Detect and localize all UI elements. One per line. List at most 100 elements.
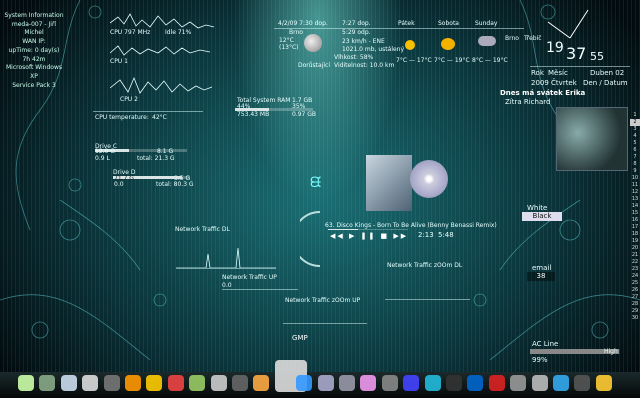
track-total: 5:48: [438, 231, 454, 239]
email-count[interactable]: 38: [527, 272, 555, 281]
sun-icon: [405, 40, 415, 50]
date-mesic: Měsíc: [548, 69, 568, 77]
calendar-day[interactable]: 16: [630, 217, 640, 224]
gear-icon[interactable]: [381, 375, 398, 391]
calendar-day[interactable]: 27: [630, 294, 640, 301]
sysinfo-sp: Service Pack 3: [12, 81, 56, 89]
calendar-day[interactable]: 12: [630, 189, 640, 196]
calendar-day[interactable]: 30: [630, 315, 640, 322]
calendar-day[interactable]: 20: [630, 245, 640, 252]
calendar-day[interactable]: 24: [630, 273, 640, 280]
clock-rule: [530, 66, 630, 67]
photo-frame[interactable]: [556, 107, 628, 171]
theme-black-button[interactable]: Black: [522, 212, 562, 221]
calendar-day[interactable]: 13: [630, 196, 640, 203]
calendar-day[interactable]: 19: [630, 238, 640, 245]
calendar-day[interactable]: 5: [630, 140, 640, 147]
net-up-label: Network Traffic UP: [222, 274, 277, 281]
calendar-day-current[interactable]: 2: [630, 119, 640, 126]
cup-icon[interactable]: [296, 375, 313, 391]
home-icon[interactable]: [18, 375, 34, 391]
brush-icon[interactable]: [253, 375, 270, 391]
weather-pressure: 1021.0 mb, ustálený: [342, 46, 405, 53]
calendar-day[interactable]: 4: [630, 133, 640, 140]
calendar-day[interactable]: 15: [630, 210, 640, 217]
lock-icon[interactable]: [82, 375, 99, 391]
drive-c-free: 0.9 L: [95, 155, 110, 162]
calendar-day[interactable]: 10: [630, 175, 640, 182]
flower-icon[interactable]: [125, 375, 141, 391]
calendar-day[interactable]: 14: [630, 203, 640, 210]
calendar-day[interactable]: 8: [630, 161, 640, 168]
film-icon[interactable]: [232, 375, 248, 391]
calendar-day[interactable]: 29: [630, 308, 640, 315]
track-progress[interactable]: [328, 229, 408, 230]
moon-icon[interactable]: [595, 375, 612, 391]
weather-humidity: Vlhkost: 58%: [334, 54, 374, 61]
moon-icon: [304, 34, 322, 52]
ball-icon[interactable]: [167, 375, 184, 391]
weather-moon: Dorůstající: [298, 62, 331, 69]
weather-visibility: Viditelnost: 10.0 km: [334, 62, 395, 69]
forecast-city1: Brno: [505, 35, 519, 42]
globe-icon[interactable]: [60, 375, 77, 391]
user2-icon[interactable]: [403, 375, 420, 391]
seek-arc: [300, 211, 321, 267]
blue-icon[interactable]: [467, 375, 484, 391]
theme-white-button[interactable]: White: [527, 204, 547, 212]
printer-icon[interactable]: [510, 375, 527, 391]
player-name: GMP: [292, 334, 308, 342]
clock-hour: 19: [546, 40, 564, 56]
mu-icon[interactable]: [189, 375, 206, 391]
sysinfo-title: System Information: [4, 12, 64, 19]
calendar-day[interactable]: 17: [630, 224, 640, 231]
calendar-day[interactable]: 6: [630, 147, 640, 154]
clock-icon[interactable]: [574, 375, 591, 391]
forecast-range1: 7°C — 17°C: [396, 57, 432, 64]
calendar-day[interactable]: 3: [630, 126, 640, 133]
drive-d-total: total: 80.3 G: [156, 181, 194, 188]
tools-icon[interactable]: [339, 375, 355, 391]
drive-d-free: 0.0: [114, 181, 124, 188]
partly-cloudy-icon: [441, 38, 455, 50]
user-icon[interactable]: [103, 375, 120, 391]
power-label: AC Line: [532, 340, 559, 348]
nameday-title: Dnes má svátek Erika: [500, 89, 586, 97]
calendar-day[interactable]: 28: [630, 301, 640, 308]
calendar-day[interactable]: 25: [630, 280, 640, 287]
cpu-temp-label: CPU temperature:: [95, 114, 149, 121]
clock-minute: 37: [566, 44, 587, 63]
recycle-bin-icon[interactable]: [39, 375, 56, 391]
calendar-day[interactable]: 21: [630, 252, 640, 259]
terminal-icon[interactable]: [446, 375, 462, 391]
calendar-day[interactable]: 9: [630, 168, 640, 175]
drive-c-used: 12.0 G: [95, 148, 115, 155]
date-rok: Rok: [531, 69, 544, 77]
media-icon[interactable]: [210, 375, 227, 391]
net-zoom-up-baseline: [283, 323, 367, 324]
calendar-day[interactable]: 22: [630, 259, 640, 266]
calendar-day[interactable]: 7: [630, 154, 640, 161]
player-controls[interactable]: ◀◀ ▶ ❚❚ ■ ▶▶: [330, 232, 408, 240]
camera-icon[interactable]: [531, 375, 548, 391]
forecast-day3: Sunday: [475, 20, 498, 27]
forecast-day1: Pátek: [398, 20, 415, 27]
duck-icon[interactable]: [146, 375, 163, 391]
calendar-day[interactable]: 26: [630, 287, 640, 294]
red-icon[interactable]: [488, 375, 505, 391]
calendar-day[interactable]: 11: [630, 182, 640, 189]
puzzle-icon[interactable]: [360, 375, 377, 391]
book-icon[interactable]: [553, 375, 569, 391]
cpu-graph: [110, 13, 215, 94]
album-cover[interactable]: [366, 155, 412, 211]
sysinfo-os: Microsoft Windows XP: [6, 64, 62, 80]
target-icon[interactable]: [424, 375, 441, 391]
calendar-day[interactable]: 1: [630, 112, 640, 119]
photo-icon[interactable]: [317, 375, 334, 391]
calendar-day[interactable]: 18: [630, 231, 640, 238]
weather-sunset: 5:29 odp.: [342, 29, 371, 36]
calendar-day[interactable]: 23: [630, 266, 640, 273]
date-month: Duben 02: [590, 69, 625, 77]
clock-second: 55: [590, 50, 604, 63]
weather-feels: (13°C): [279, 44, 299, 51]
